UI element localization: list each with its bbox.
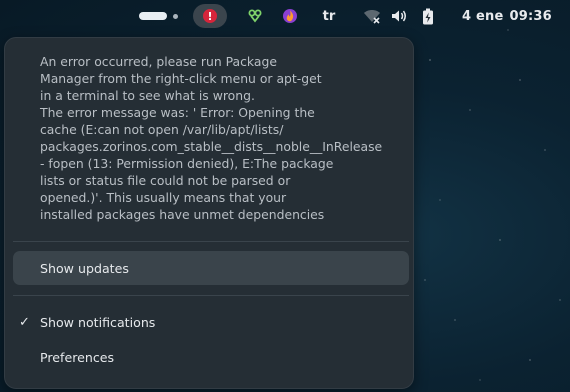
clock-date: 4 ene: [462, 8, 504, 24]
checkmark-icon: ✓: [19, 314, 30, 330]
network-indicator[interactable]: [361, 4, 383, 28]
top-panel: ! tr 4 ene 09:36: [0, 0, 570, 34]
menu-item-label: Preferences: [40, 349, 115, 365]
show-notifications-menu-item[interactable]: ✓ Show notifications: [13, 305, 409, 339]
active-workspace-pill: [138, 12, 167, 20]
menu-item-label: Show notifications: [40, 314, 156, 330]
menu-item-label: Show updates: [40, 260, 129, 276]
battery-charging-icon: [423, 8, 433, 24]
wifi-disconnected-icon: [364, 10, 380, 24]
menu-separator: [13, 241, 409, 242]
inactive-workspace-dot: [172, 13, 178, 19]
update-error-popover: An error occurred, please run Package Ma…: [4, 37, 414, 389]
volume-indicator[interactable]: [388, 4, 410, 28]
show-updates-menu-item[interactable]: Show updates: [13, 251, 409, 285]
update-error-indicator[interactable]: !: [193, 4, 227, 28]
preferences-menu-item[interactable]: Preferences: [13, 340, 409, 374]
error-message-text: An error occurred, please run Package Ma…: [40, 54, 383, 222]
error-icon: !: [203, 9, 217, 23]
keyboard-layout-indicator[interactable]: tr: [318, 4, 340, 28]
flame-icon: [283, 9, 297, 23]
recycle-icon: [248, 9, 262, 23]
clock-time: 09:36: [509, 8, 552, 24]
app-indicator-flame[interactable]: [279, 4, 301, 28]
workspace-indicator[interactable]: [136, 4, 180, 28]
app-indicator-green[interactable]: [244, 4, 266, 28]
battery-indicator[interactable]: [418, 4, 438, 28]
menu-separator: [13, 295, 409, 296]
speaker-icon: [392, 10, 406, 22]
date-time-clock[interactable]: 4 ene 09:36: [462, 4, 558, 28]
